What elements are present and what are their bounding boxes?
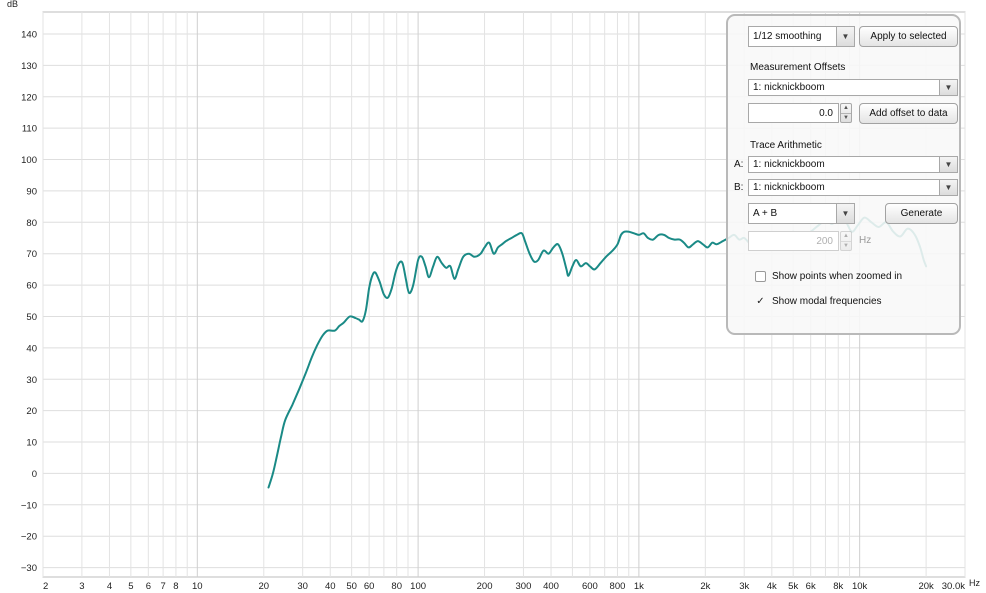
x-tick-label: 40 bbox=[325, 581, 336, 592]
show-modal-label: Show modal frequencies bbox=[772, 296, 882, 307]
x-tick-label: 60 bbox=[364, 581, 375, 592]
x-tick-label: 200 bbox=[477, 581, 493, 592]
offset-stepper[interactable]: ▲ ▼ bbox=[840, 103, 852, 123]
frequency-unit-label: Hz bbox=[859, 235, 872, 246]
y-tick-label: 10 bbox=[26, 438, 37, 449]
trace-a-label: A: bbox=[734, 159, 744, 170]
smoothing-value: 1/12 smoothing bbox=[753, 31, 822, 42]
chevron-down-icon: ▼ bbox=[836, 204, 854, 223]
y-tick-label: 90 bbox=[26, 186, 37, 197]
offset-measurement-value: 1: nicknickboom bbox=[753, 82, 825, 93]
x-tick-label: 50 bbox=[346, 581, 357, 592]
x-tick-label: 20 bbox=[258, 581, 269, 592]
stepper-down-icon[interactable]: ▼ bbox=[841, 112, 851, 123]
x-tick-label: 6k bbox=[806, 581, 816, 592]
y-tick-label: −10 bbox=[21, 500, 37, 511]
stepper-up-icon[interactable]: ▲ bbox=[841, 232, 851, 241]
control-panel: 1/12 smoothing ▼ Apply to selected Measu… bbox=[726, 14, 961, 335]
x-tick-label: 6 bbox=[146, 581, 151, 592]
operation-value: A + B bbox=[753, 208, 778, 219]
y-tick-label: 50 bbox=[26, 312, 37, 323]
x-tick-label: 10 bbox=[192, 581, 203, 592]
y-tick-label: 120 bbox=[21, 92, 37, 103]
x-axis-unit: Hz bbox=[969, 578, 980, 588]
x-tick-label: 300 bbox=[516, 581, 532, 592]
chevron-down-icon: ▼ bbox=[939, 157, 957, 172]
y-tick-label: 110 bbox=[22, 124, 37, 135]
y-tick-label: 0 bbox=[32, 469, 37, 480]
trace-a-value: 1: nicknickboom bbox=[753, 159, 825, 170]
x-tick-label: 2k bbox=[700, 581, 710, 592]
x-tick-labels: 2 3 4 5 6 7 8 10 20 30 40 50 60 80 100 200 300 400 600 800 1… bbox=[43, 581, 965, 592]
y-tick-label: 140 bbox=[21, 29, 37, 40]
x-tick-label: 20k bbox=[918, 581, 934, 592]
trace-b-value: 1: nicknickboom bbox=[753, 182, 825, 193]
measurement-offsets-heading: Measurement Offsets bbox=[750, 62, 846, 73]
x-tick-label: 100 bbox=[410, 581, 426, 592]
x-tick-label: 80 bbox=[391, 581, 402, 592]
x-tick-label: 5 bbox=[128, 581, 133, 592]
apply-to-selected-button[interactable]: Apply to selected bbox=[859, 26, 958, 47]
y-tick-label: 20 bbox=[26, 406, 37, 417]
x-tick-label: 30.0k bbox=[942, 581, 965, 592]
x-tick-label: 4k bbox=[767, 581, 777, 592]
y-tick-label: 30 bbox=[26, 375, 37, 386]
frequency-stepper[interactable]: ▲ ▼ bbox=[840, 231, 852, 251]
x-tick-label: 400 bbox=[543, 581, 559, 592]
chevron-down-icon: ▼ bbox=[939, 180, 957, 195]
y-tick-label: 60 bbox=[26, 281, 37, 292]
x-tick-label: 3k bbox=[739, 581, 749, 592]
show-points-checkbox[interactable] bbox=[755, 271, 766, 282]
chevron-down-icon: ▼ bbox=[939, 80, 957, 95]
y-tick-label: −30 bbox=[21, 563, 37, 574]
chevron-down-icon: ▼ bbox=[836, 27, 854, 46]
y-tick-label: 100 bbox=[21, 155, 37, 166]
x-tick-label: 8 bbox=[173, 581, 178, 592]
x-tick-label: 800 bbox=[610, 581, 626, 592]
stepper-down-icon[interactable]: ▼ bbox=[841, 240, 851, 251]
trace-b-label: B: bbox=[734, 182, 744, 193]
frequency-field[interactable]: 200 bbox=[748, 231, 839, 251]
x-tick-label: 600 bbox=[582, 581, 598, 592]
y-axis-unit: dB bbox=[7, 0, 18, 9]
trace-arithmetic-heading: Trace Arithmetic bbox=[750, 140, 822, 151]
offset-measurement-select[interactable]: 1: nicknickboom ▼ bbox=[748, 79, 958, 96]
x-tick-label: 8k bbox=[833, 581, 843, 592]
y-tick-label: 130 bbox=[21, 61, 37, 72]
add-offset-button[interactable]: Add offset to data bbox=[859, 103, 958, 124]
offset-value-field[interactable]: 0.0 bbox=[748, 103, 839, 123]
x-tick-label: 4 bbox=[107, 581, 112, 592]
y-tick-label: 80 bbox=[26, 218, 37, 229]
show-modal-checkbox[interactable]: ✓ bbox=[755, 296, 766, 307]
y-tick-label: 40 bbox=[26, 343, 37, 354]
x-tick-label: 10k bbox=[852, 581, 868, 592]
x-tick-label: 3 bbox=[79, 581, 84, 592]
y-tick-label: −20 bbox=[21, 532, 37, 543]
show-points-label: Show points when zoomed in bbox=[772, 271, 903, 282]
x-tick-label: 2 bbox=[43, 581, 48, 592]
x-tick-label: 30 bbox=[297, 581, 308, 592]
generate-button[interactable]: Generate bbox=[885, 203, 958, 224]
smoothing-select[interactable]: 1/12 smoothing ▼ bbox=[748, 26, 855, 47]
x-tick-label: 1k bbox=[634, 581, 644, 592]
trace-a-select[interactable]: 1: nicknickboom ▼ bbox=[748, 156, 958, 173]
trace-b-select[interactable]: 1: nicknickboom ▼ bbox=[748, 179, 958, 196]
operation-select[interactable]: A + B ▼ bbox=[748, 203, 855, 224]
y-tick-labels: 1401301201101009080706050403020100−10−20… bbox=[21, 29, 37, 574]
y-tick-label: 70 bbox=[26, 249, 37, 260]
x-tick-label: 7 bbox=[160, 581, 165, 592]
checkmark-icon: ✓ bbox=[756, 296, 765, 307]
x-tick-label: 5k bbox=[788, 581, 798, 592]
stepper-up-icon[interactable]: ▲ bbox=[841, 104, 851, 113]
